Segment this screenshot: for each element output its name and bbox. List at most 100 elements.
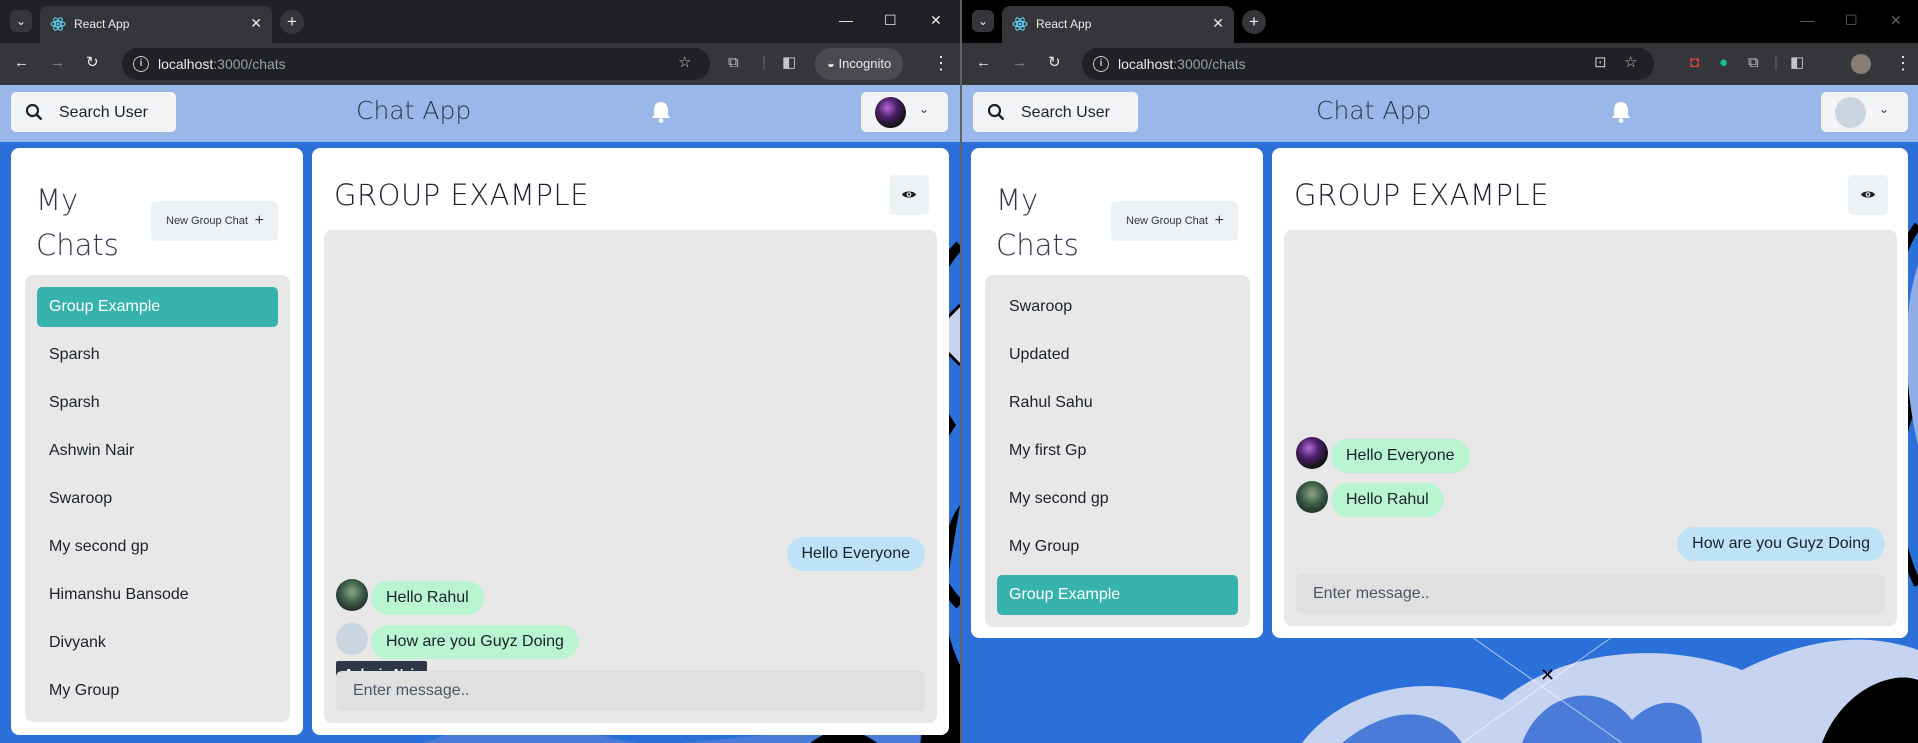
chat-item[interactable]: Sparsh xyxy=(37,335,278,375)
app-page: Search User Chat App ⌄ My Chats New Grou… xyxy=(0,85,960,743)
app-page: ✕ Search User Chat App ⌄ My Chats New Gr… xyxy=(962,85,1918,743)
default-avatar-icon xyxy=(1835,97,1866,128)
side-panel-icon[interactable]: ◧ xyxy=(782,54,796,72)
forward-icon[interactable]: → xyxy=(1012,54,1027,72)
bell-icon[interactable] xyxy=(650,100,672,124)
back-icon[interactable]: ← xyxy=(976,54,991,72)
new-tab-button[interactable]: + xyxy=(1242,10,1266,34)
new-group-chat-button[interactable]: New Group Chat + xyxy=(1111,201,1238,241)
chat-item[interactable]: My first Gp xyxy=(997,431,1238,471)
tab-search-button[interactable]: ⌄ xyxy=(972,10,994,32)
message-bubble: Hello Everyone xyxy=(1331,439,1470,473)
profile-menu-button[interactable]: ⌄ xyxy=(1821,92,1908,132)
chat-item[interactable]: My second gp xyxy=(37,527,278,567)
close-tab-icon[interactable]: ✕ xyxy=(1212,15,1224,32)
browser-tab[interactable]: React App ✕ xyxy=(1002,6,1234,43)
sender-avatar[interactable] xyxy=(1296,437,1328,469)
chevron-down-icon: ⌄ xyxy=(1879,102,1890,116)
close-tab-icon[interactable]: ✕ xyxy=(250,15,262,32)
search-icon xyxy=(25,103,43,121)
bookmark-star-icon[interactable]: ☆ xyxy=(678,54,691,72)
sender-avatar-default[interactable] xyxy=(336,623,368,655)
browser-window-incognito: ⌄ React App ✕ + — ☐ ✕ ← → ↻ i localhost:… xyxy=(0,0,960,743)
user-avatar xyxy=(875,97,906,128)
site-info-icon[interactable]: i xyxy=(1093,56,1109,72)
close-window-icon[interactable]: ✕ xyxy=(930,12,942,28)
browser-window-normal: ⌄ React App ✕ + — ☐ ✕ ← → ↻ i localhost:… xyxy=(962,0,1918,743)
search-user-button[interactable]: Search User xyxy=(973,92,1138,132)
reload-icon[interactable]: ↻ xyxy=(86,54,99,72)
chat-item[interactable]: Sparsh xyxy=(37,383,278,423)
sender-avatar[interactable] xyxy=(336,579,368,611)
minimize-icon[interactable]: — xyxy=(839,12,853,28)
install-app-icon[interactable]: ⊡ xyxy=(1594,54,1607,72)
reload-icon[interactable]: ↻ xyxy=(1048,54,1061,72)
app-header: Search User Chat App ⌄ xyxy=(0,85,960,142)
message-bubble-own: Hello Everyone xyxy=(786,537,925,571)
chat-item[interactable]: Group Example xyxy=(997,575,1238,615)
chat-item[interactable]: Updated xyxy=(997,335,1238,375)
new-group-chat-button[interactable]: New Group Chat + xyxy=(151,201,278,241)
message-input[interactable]: Enter message.. xyxy=(336,671,925,711)
app-title: Chat App xyxy=(1316,96,1432,125)
chat-item[interactable]: Ashwin Nair xyxy=(37,431,278,471)
maximize-icon[interactable]: ☐ xyxy=(1845,12,1858,28)
url-text: localhost:3000/chats xyxy=(158,56,286,72)
sender-avatar[interactable] xyxy=(1296,481,1328,513)
close-window-icon[interactable]: ✕ xyxy=(1890,12,1902,28)
extensions-icon[interactable]: ⧉ xyxy=(1748,54,1759,72)
minimize-icon[interactable]: — xyxy=(1800,12,1814,28)
chrome-menu-icon[interactable]: ⋮ xyxy=(1894,52,1912,74)
tab-strip: ⌄ React App ✕ + — ☐ ✕ xyxy=(962,0,1918,43)
pocket-extension-icon[interactable]: ◘ xyxy=(1690,54,1699,72)
address-bar[interactable]: i localhost:3000/chats ⊡ ☆ xyxy=(1082,48,1654,80)
eye-icon xyxy=(1861,191,1875,198)
message-input[interactable]: Enter message.. xyxy=(1296,574,1885,614)
chrome-menu-icon[interactable]: ⋮ xyxy=(932,52,950,74)
chat-item[interactable]: Divyank xyxy=(37,623,278,663)
my-chats-panel: My Chats New Group Chat + Group Example S… xyxy=(11,148,303,735)
my-chats-heading: My Chats xyxy=(996,183,1079,262)
chat-item[interactable]: Swaroop xyxy=(37,479,278,519)
eye-icon xyxy=(902,191,916,198)
bookmark-star-icon[interactable]: ☆ xyxy=(1624,54,1637,72)
profile-menu-button[interactable]: ⌄ xyxy=(861,92,948,132)
chrome-profile-avatar[interactable] xyxy=(1851,54,1871,74)
react-icon xyxy=(50,17,66,31)
incognito-badge[interactable]: ◒ Incognito xyxy=(815,48,904,80)
my-chats-panel: My Chats New Group Chat + Swaroop Updated… xyxy=(971,148,1263,638)
chat-item[interactable]: Swaroop xyxy=(997,287,1238,327)
grammarly-extension-icon[interactable]: ● xyxy=(1719,54,1728,72)
browser-tab[interactable]: React App ✕ xyxy=(40,6,272,43)
chat-item[interactable]: My Group xyxy=(37,671,278,711)
maximize-icon[interactable]: ☐ xyxy=(884,12,897,28)
view-group-button[interactable] xyxy=(889,175,929,215)
view-group-button[interactable] xyxy=(1848,175,1888,215)
search-user-button[interactable]: Search User xyxy=(11,92,176,132)
conversation-title: GROUP EXAMPLE xyxy=(1294,178,1549,212)
extensions-icon[interactable]: ⧉ xyxy=(728,54,739,72)
chat-item[interactable]: Rahul Sahu xyxy=(997,383,1238,423)
site-info-icon[interactable]: i xyxy=(133,56,149,72)
react-icon xyxy=(1012,17,1028,31)
conversation-panel: GROUP EXAMPLE Hello Everyone Hello Rahul… xyxy=(312,148,949,735)
plus-icon: + xyxy=(1214,212,1224,229)
message-area: Hello Everyone Hello Rahul How are you G… xyxy=(1284,230,1897,626)
chat-item[interactable]: Group Example xyxy=(37,287,278,327)
search-user-label: Search User xyxy=(1021,104,1110,121)
chat-item[interactable]: My second gp xyxy=(997,479,1238,519)
side-panel-icon[interactable]: ◧ xyxy=(1790,54,1804,72)
new-tab-button[interactable]: + xyxy=(280,10,304,34)
cursor-marker-icon: ✕ xyxy=(1540,665,1556,685)
bell-icon[interactable] xyxy=(1610,100,1632,124)
back-icon[interactable]: ← xyxy=(14,54,29,72)
tab-search-button[interactable]: ⌄ xyxy=(10,10,32,32)
forward-icon[interactable]: → xyxy=(50,54,65,72)
app-header: Search User Chat App ⌄ xyxy=(962,85,1918,142)
chat-item[interactable]: My Group xyxy=(997,527,1238,567)
message-bubble-own: How are you Guyz Doing xyxy=(1677,527,1885,561)
chat-item[interactable]: Himanshu Bansode xyxy=(37,575,278,615)
search-icon xyxy=(987,103,1005,121)
address-bar[interactable]: i localhost:3000/chats ☆ xyxy=(122,48,710,80)
toolbar-divider: | xyxy=(1774,54,1778,71)
